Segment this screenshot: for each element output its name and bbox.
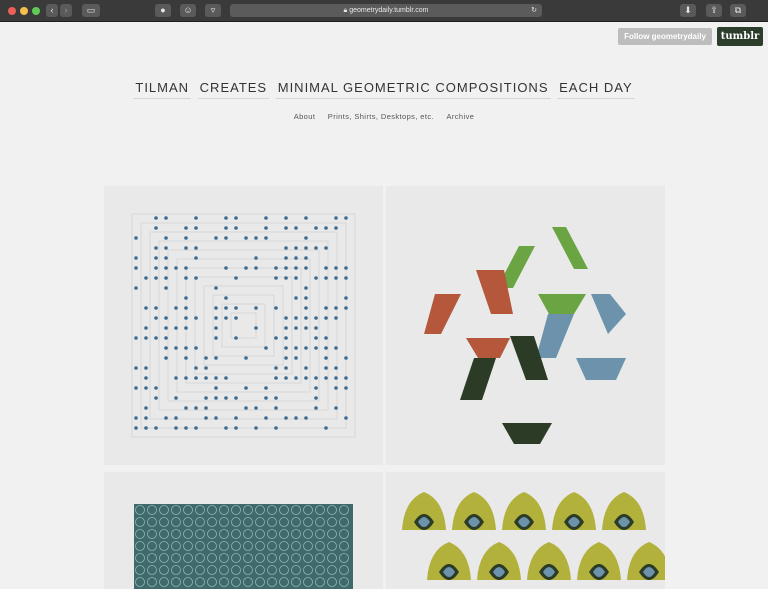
minimize-window-button[interactable] [20,7,28,15]
url-text: geometrydaily.tumblr.com [349,7,429,14]
close-window-button[interactable] [8,7,16,15]
zoom-window-button[interactable] [32,7,40,15]
sidebar-icon[interactable]: ▭ [82,4,100,17]
artwork-parallelograms[interactable] [386,186,665,465]
back-button[interactable]: ‹ [46,4,58,17]
scallop-pattern-image [402,492,665,580]
extension-face-icon[interactable]: ☺ [180,4,196,17]
share-icon[interactable]: ⇪ [706,4,722,17]
artwork-scallop-pattern[interactable] [386,472,665,589]
nav-prints-link[interactable]: Prints, Shirts, Desktops, etc. [328,112,434,121]
reload-icon[interactable]: ↻ [531,4,537,17]
address-bar[interactable]: 🔒︎ geometrydaily.tumblr.com ↻ [230,4,542,17]
nav-about-link[interactable]: About [294,112,316,121]
page-content: Follow geometrydaily tumblr TILMAN CREAT… [0,22,768,589]
title-word: EACH DAY [557,80,635,99]
artwork-teal-pattern[interactable] [104,472,383,589]
title-word: TILMAN [133,80,192,99]
artwork-dot-grid[interactable] [104,186,383,465]
forward-button[interactable]: › [60,4,72,17]
title-word: CREATES [197,80,270,99]
follow-button[interactable]: Follow geometrydaily [618,28,712,45]
blog-title[interactable]: TILMAN CREATES MINIMAL GEOMETRIC COMPOSI… [0,80,768,99]
downloads-icon[interactable]: ⬇ [680,4,696,17]
parallelogram-image [424,227,626,444]
blog-nav: About Prints, Shirts, Desktops, etc. Arc… [0,112,768,121]
teal-pattern-image [134,504,353,589]
title-word: MINIMAL GEOMETRIC COMPOSITIONS [275,80,551,99]
extension-drop-icon[interactable]: ● [155,4,171,17]
dot-grid-image [131,213,356,438]
pocket-icon[interactable]: ▿ [205,4,221,17]
browser-toolbar: ‹ › ▭ ● ☺ ▿ 🔒︎ geometrydaily.tumblr.com ↻… [0,0,768,22]
tabs-icon[interactable]: ⧉ [730,4,746,17]
tumblr-logo-button[interactable]: tumblr [717,27,763,46]
nav-archive-link[interactable]: Archive [446,112,474,121]
